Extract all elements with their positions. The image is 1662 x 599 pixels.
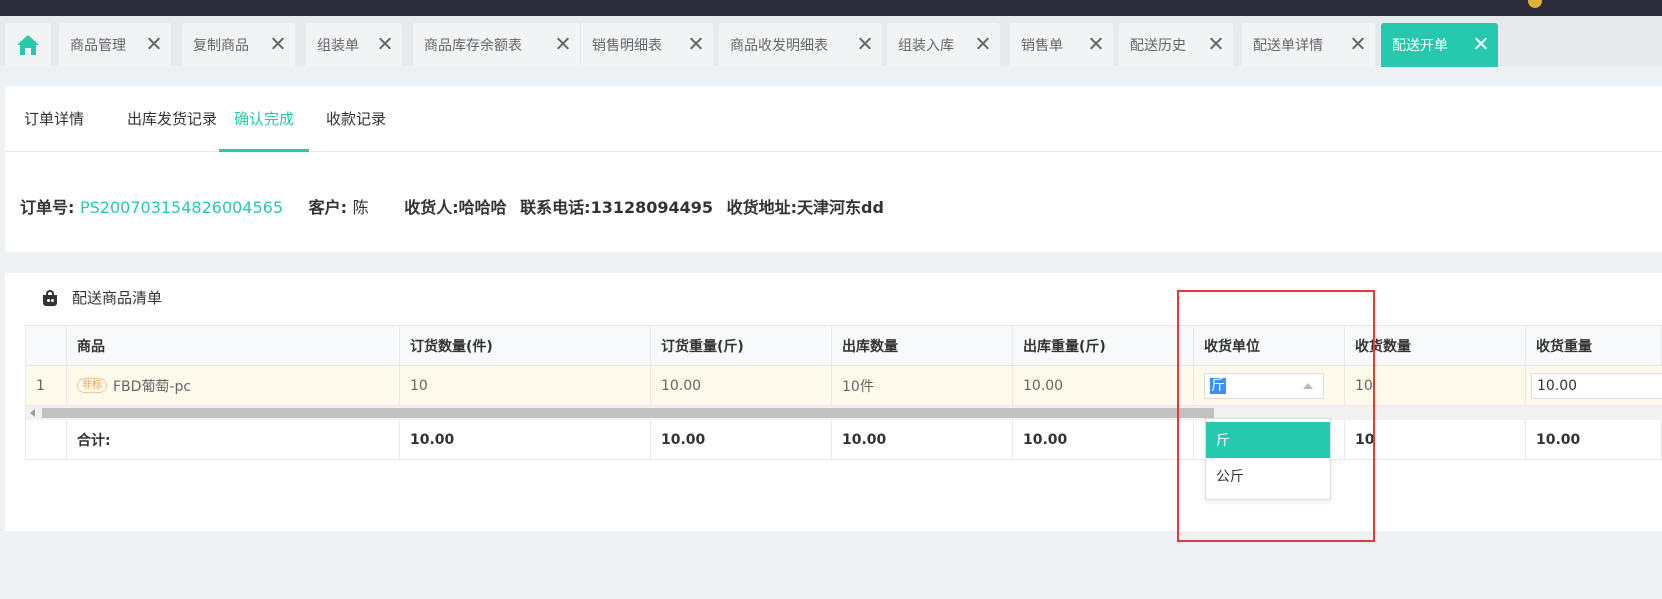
tab-item[interactable]: 组装单: [306, 23, 402, 67]
close-icon[interactable]: [147, 36, 161, 50]
table-header: 商品 订货数量(件) 订货重量(斤) 出库数量 出库重量(斤) 收货单位 收货数…: [25, 325, 1662, 366]
subtab-order-details[interactable]: 订单详情: [9, 86, 99, 152]
avatar[interactable]: [1528, 0, 1542, 8]
row-order-weight: 10.00: [651, 366, 832, 405]
order-id-label: 订单号:: [20, 198, 75, 217]
close-icon[interactable]: [976, 36, 990, 50]
tab-item[interactable]: 商品管理: [59, 23, 171, 67]
scrollbar-thumb[interactable]: [42, 408, 1214, 418]
tab-item[interactable]: 销售单: [1010, 23, 1113, 67]
product-name: FBD葡萄-pc: [113, 378, 192, 395]
subtab-confirm-complete[interactable]: 确认完成: [219, 86, 310, 152]
header-cell-recv-weight: 收货重量: [1536, 338, 1592, 355]
scroll-left-icon[interactable]: [30, 409, 35, 417]
header-cell-index: [26, 326, 67, 365]
tab-item[interactable]: 商品库存余额表: [413, 23, 580, 67]
header-cell-order-weight: 订货重量(斤): [651, 326, 832, 365]
tab-label: 复制商品: [193, 38, 249, 54]
customer-label: 客户:: [308, 198, 348, 217]
tab-item-active[interactable]: 配送开单: [1381, 23, 1498, 67]
header-cell-out-qty: 出库数量: [832, 326, 1013, 365]
top-bar: [0, 0, 1662, 16]
section-title: 配送商品清单: [42, 287, 162, 308]
header-cell-order-qty: 订货数量(件): [400, 326, 651, 365]
tab-label: 商品收发明细表: [730, 38, 828, 54]
address: 收货地址:天津河东dd: [726, 198, 884, 217]
row-out-weight: 10.00: [1013, 366, 1194, 405]
nonstandard-badge: 非标: [77, 378, 107, 393]
total-out-weight: 10.00: [1013, 420, 1194, 459]
highlight-box: [1177, 290, 1375, 542]
order-id: PS200703154826004565: [79, 198, 284, 217]
row-index: 1: [26, 366, 67, 405]
close-icon[interactable]: [689, 36, 703, 50]
row-out-qty: 10件: [832, 366, 1013, 405]
close-icon[interactable]: [858, 36, 872, 50]
tab-item[interactable]: 销售明细表: [581, 23, 713, 67]
home-icon: [17, 35, 39, 55]
subtab-shipping-records[interactable]: 出库发货记录: [112, 86, 232, 152]
total-label: 合计:: [67, 420, 400, 459]
close-icon[interactable]: [378, 36, 392, 50]
tab-item[interactable]: 配送单详情: [1242, 23, 1375, 67]
row-product: 非标 FBD葡萄-pc: [67, 366, 400, 405]
subtab-bar: 订单详情 出库发货记录 确认完成 收款记录: [5, 86, 1662, 152]
total-order-weight: 10.00: [651, 420, 832, 459]
tab-label: 组装单: [317, 38, 359, 54]
tab-item[interactable]: 组装入库: [887, 23, 1000, 67]
total-out-qty: 10.00: [832, 420, 1013, 459]
tab-label: 配送开单: [1392, 38, 1448, 54]
horizontal-scrollbar[interactable]: [25, 406, 1662, 420]
customer-name: 陈: [352, 198, 369, 217]
tab-item[interactable]: 复制商品: [182, 23, 295, 67]
tab-label: 商品库存余额表: [424, 38, 522, 54]
table-row: 1 非标 FBD葡萄-pc 10 10.00 10件 10.00 斤 10 10…: [25, 366, 1662, 406]
close-icon[interactable]: [1351, 36, 1365, 50]
tab-item[interactable]: 配送历史: [1119, 23, 1233, 67]
recv-weight-input[interactable]: 10.00: [1531, 373, 1662, 399]
tab-home[interactable]: [5, 23, 51, 67]
close-icon[interactable]: [556, 36, 570, 50]
order-panel: 订单详情 出库发货记录 确认完成 收款记录 订单号: PS20070315482…: [5, 86, 1662, 252]
tab-item[interactable]: 商品收发明细表: [719, 23, 882, 67]
close-icon[interactable]: [1089, 36, 1103, 50]
header-cell-product: 商品: [67, 326, 400, 365]
receiver: 收货人:哈哈哈: [404, 198, 507, 217]
total-index: [26, 420, 67, 459]
shopping-bag-icon: [42, 289, 58, 306]
tab-label: 销售单: [1021, 38, 1063, 54]
close-icon[interactable]: [271, 36, 285, 50]
total-order-qty: 10.00: [400, 420, 651, 459]
close-icon[interactable]: [1474, 36, 1488, 50]
tab-label: 销售明细表: [592, 38, 662, 54]
tab-label: 商品管理: [70, 38, 126, 54]
close-icon[interactable]: [1209, 36, 1223, 50]
header-cell-out-weight: 出库重量(斤): [1013, 326, 1194, 365]
row-recv-weight: 10.00: [1526, 366, 1662, 405]
row-order-qty: 10: [400, 366, 651, 405]
phone: 联系电话:13128094495: [520, 198, 714, 217]
tab-label: 配送单详情: [1253, 38, 1323, 54]
total-recv-weight: 10.00: [1536, 431, 1581, 448]
tab-label: 组装入库: [898, 38, 954, 54]
tab-label: 配送历史: [1130, 38, 1186, 54]
table-total-row: 合计: 10.00 10.00 10.00 10.00 10 10.00: [25, 420, 1662, 460]
section-title-text: 配送商品清单: [72, 289, 163, 307]
tab-bar: 商品管理 复制商品 组装单 商品库存余额表 销售明细表 商品收发明细表 组装入库…: [0, 16, 1662, 67]
order-info: 订单号: PS200703154826004565 客户: 陈 收货人:哈哈哈 …: [20, 194, 892, 218]
product-list-panel: 配送商品清单 商品 订货数量(件) 订货重量(斤) 出库数量 出库重量(斤) 收…: [5, 273, 1662, 531]
subtab-payment-records[interactable]: 收款记录: [311, 86, 401, 152]
